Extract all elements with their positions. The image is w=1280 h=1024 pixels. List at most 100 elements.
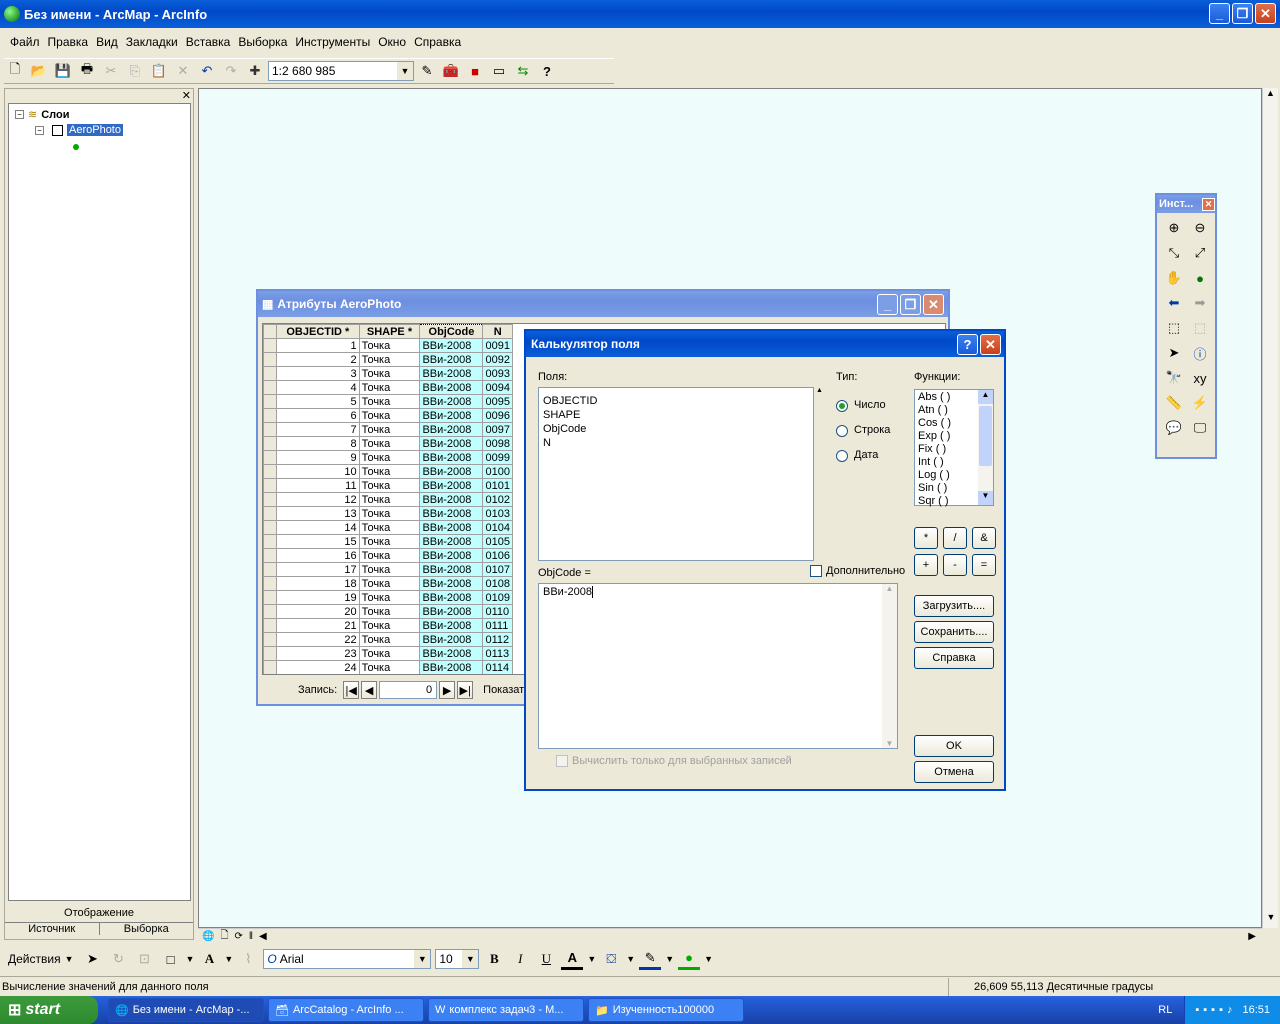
model-builder-icon[interactable]: ⇆ <box>512 60 534 82</box>
row-selector[interactable] <box>263 492 278 507</box>
table-row[interactable]: 12 Точка ВВи-2008 0102 <box>263 492 513 507</box>
table-row[interactable]: 14 Точка ВВи-2008 0104 <box>263 520 513 535</box>
table-cell[interactable]: ВВи-2008 <box>419 436 484 451</box>
table-cell[interactable]: 21 <box>276 618 360 633</box>
functions-list[interactable]: Abs ( ) Atn ( ) Cos ( ) Exp ( ) Fix ( ) Int (… <box>914 389 994 507</box>
table-row[interactable]: 23 Точка ВВи-2008 0113 <box>263 646 513 661</box>
row-selector[interactable] <box>263 380 278 395</box>
fixed-zoom-in-icon[interactable]: ⤡ <box>1163 242 1185 264</box>
table-cell[interactable]: Точка <box>358 576 421 591</box>
operator-button[interactable]: & <box>972 527 996 549</box>
table-cell[interactable]: 10 <box>276 464 360 479</box>
collapse-icon[interactable]: − <box>35 125 44 135</box>
operator-button[interactable]: + <box>914 554 938 576</box>
selected-only-checkbox[interactable] <box>556 755 568 767</box>
text-icon[interactable]: A <box>198 948 220 970</box>
row-selector[interactable] <box>263 562 278 577</box>
table-cell[interactable]: Точка <box>358 660 421 674</box>
table-row[interactable]: 11 Точка ВВи-2008 0101 <box>263 478 513 493</box>
table-cell[interactable]: ВВи-2008 <box>419 534 484 549</box>
table-cell[interactable]: Точка <box>358 534 421 549</box>
table-cell[interactable]: ВВи-2008 <box>419 660 484 674</box>
table-cell[interactable]: 13 <box>276 506 360 521</box>
bold-icon[interactable]: B <box>483 948 505 970</box>
table-cell[interactable]: ВВи-2008 <box>419 520 484 535</box>
close-button[interactable]: ✕ <box>980 334 1001 355</box>
chevron-down-icon[interactable]: ▼ <box>462 950 479 968</box>
table-cell[interactable]: 24 <box>276 660 360 674</box>
identify-icon[interactable]: ⓘ <box>1189 342 1211 364</box>
scroll-up-icon[interactable]: ▲ <box>816 387 823 394</box>
table-cell[interactable]: 12 <box>276 492 360 507</box>
toc-close-icon[interactable]: ✕ <box>182 89 191 102</box>
table-cell[interactable]: Точка <box>358 380 421 395</box>
prev-record-button[interactable]: ◀ <box>361 681 378 699</box>
minimize-button[interactable]: _ <box>877 294 898 315</box>
tab-display[interactable]: Отображение <box>5 907 193 919</box>
minimize-button[interactable]: _ <box>1209 3 1230 24</box>
underline-icon[interactable]: U <box>535 948 557 970</box>
table-row[interactable]: 18 Точка ВВи-2008 0108 <box>263 576 513 591</box>
table-row[interactable]: 24 Точка ВВи-2008 0114 <box>263 660 513 674</box>
next-record-button[interactable]: ▶ <box>439 681 456 699</box>
table-row[interactable]: 3 Точка ВВи-2008 0093 <box>263 366 513 381</box>
table-row[interactable]: 20 Точка ВВи-2008 0110 <box>263 604 513 619</box>
table-cell[interactable]: 0093 <box>482 366 513 381</box>
back-extent-icon[interactable]: ⬅ <box>1163 292 1185 314</box>
hyperlink-icon[interactable]: ⚡ <box>1189 392 1211 414</box>
cut-icon[interactable]: ✂ <box>100 60 122 82</box>
chevron-down-icon[interactable]: ▼ <box>704 954 713 964</box>
table-cell[interactable]: Точка <box>358 506 421 521</box>
table-cell[interactable]: 0111 <box>482 618 513 633</box>
select-features-icon[interactable]: ⬚ <box>1163 317 1185 339</box>
table-row[interactable]: 1 Точка ВВи-2008 0091 <box>263 338 513 353</box>
table-cell[interactable]: ВВи-2008 <box>419 618 484 633</box>
table-row[interactable]: 2 Точка ВВи-2008 0092 <box>263 352 513 367</box>
expression-textarea[interactable]: ВВи-2008 ▲ ▼ <box>538 583 898 749</box>
table-cell[interactable]: ВВи-2008 <box>419 646 484 661</box>
clear-selection-icon[interactable]: ⬚ <box>1189 317 1211 339</box>
open-icon[interactable]: 📂 <box>28 60 50 82</box>
full-extent-icon[interactable]: ● <box>1189 267 1211 289</box>
table-cell[interactable]: ВВи-2008 <box>419 562 484 577</box>
measure-icon[interactable]: 📏 <box>1163 392 1185 414</box>
table-cell[interactable]: ВВи-2008 <box>419 422 484 437</box>
maximize-button[interactable]: ❐ <box>1232 3 1253 24</box>
whats-this-icon[interactable]: ? <box>536 60 558 82</box>
row-selector[interactable] <box>263 618 278 633</box>
line-color-icon[interactable]: ✎ <box>639 948 662 970</box>
rectangle-icon[interactable]: □ <box>160 948 182 970</box>
chevron-down-icon[interactable]: ▼ <box>414 950 431 968</box>
print-icon[interactable]: 🖶 <box>76 60 98 82</box>
row-selector[interactable] <box>263 548 278 563</box>
table-row[interactable]: 7 Точка ВВи-2008 0097 <box>263 422 513 437</box>
taskbar-item-folder[interactable]: 📁 Изученность100000 <box>588 998 744 1022</box>
font-color-icon[interactable]: A <box>561 948 584 970</box>
table-cell[interactable]: 7 <box>276 422 360 437</box>
chevron-down-icon[interactable]: ▼ <box>626 954 635 964</box>
table-row[interactable]: 6 Точка ВВи-2008 0096 <box>263 408 513 423</box>
close-icon[interactable]: ✕ <box>1202 197 1215 211</box>
table-cell[interactable]: Точка <box>358 436 421 451</box>
table-cell[interactable]: 0092 <box>482 352 513 367</box>
row-selector[interactable] <box>263 366 278 381</box>
table-cell[interactable]: Точка <box>358 478 421 493</box>
record-input[interactable]: 0 <box>379 681 438 699</box>
row-selector[interactable] <box>263 576 278 591</box>
table-cell[interactable]: ВВи-2008 <box>419 352 484 367</box>
pause-icon[interactable]: ‖ <box>249 931 253 942</box>
row-selector[interactable] <box>263 520 278 535</box>
col-header[interactable]: OBJECTID * <box>276 324 360 339</box>
table-row[interactable]: 19 Точка ВВи-2008 0109 <box>263 590 513 605</box>
table-cell[interactable]: ВВи-2008 <box>419 464 484 479</box>
table-cell[interactable]: Точка <box>358 646 421 661</box>
table-cell[interactable]: 23 <box>276 646 360 661</box>
type-radio[interactable] <box>836 449 848 462</box>
forward-extent-icon[interactable]: ➡ <box>1189 292 1211 314</box>
chevron-down-icon[interactable]: ▼ <box>587 954 596 964</box>
data-view-icon[interactable]: 🌐 <box>202 931 214 942</box>
table-cell[interactable]: 5 <box>276 394 360 409</box>
taskbar-item-arccatalog[interactable]: 🗃 ArcCatalog - ArcInfo ... <box>268 998 424 1022</box>
table-cell[interactable]: 15 <box>276 534 360 549</box>
col-header[interactable]: SHAPE * <box>358 324 421 339</box>
